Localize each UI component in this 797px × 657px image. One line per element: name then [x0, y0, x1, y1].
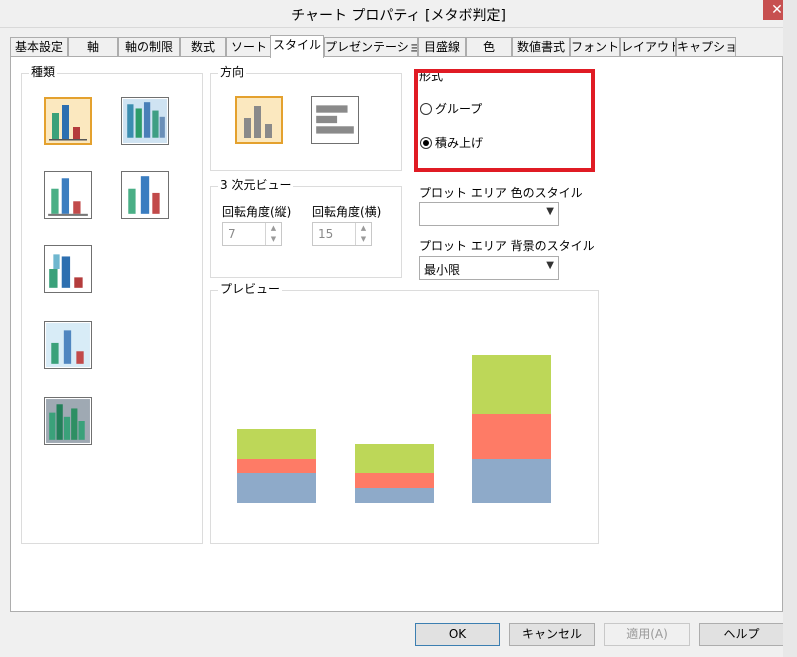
- bar-chart-flat-icon[interactable]: [44, 97, 92, 145]
- tab-font[interactable]: フォント: [570, 37, 620, 57]
- preview-bar-segment: [237, 429, 316, 459]
- tab-expressions[interactable]: 数式: [180, 37, 226, 57]
- bar-chart-3d-cylinder-icon[interactable]: [121, 97, 169, 145]
- vertical-bar-icon[interactable]: [235, 96, 283, 144]
- plot-color-select[interactable]: ▼: [419, 202, 559, 226]
- tab-number[interactable]: 数値書式: [512, 37, 570, 57]
- help-button[interactable]: ヘルプ: [699, 623, 784, 646]
- plot-background-select[interactable]: 最小限 ▼: [419, 256, 559, 280]
- tab-axis-limits[interactable]: 軸の制限: [118, 37, 180, 57]
- title-bar: チャート プロパティ [メタボ判定] ✕: [0, 0, 797, 28]
- horizontal-bar-icon[interactable]: [311, 96, 359, 144]
- tab-layout[interactable]: レイアウト: [620, 37, 676, 57]
- tab-gridlines[interactable]: 目盛線: [418, 37, 466, 57]
- vertical-rotation-spinner[interactable]: 7 ▲ ▼: [222, 222, 282, 246]
- right-edge: [783, 0, 797, 657]
- tab-presentation[interactable]: プレゼンテーション: [324, 37, 418, 57]
- tab-colors[interactable]: 色: [466, 37, 512, 57]
- vertical-rotation-label: 回転角度(縦): [222, 205, 292, 219]
- preview-bar-segment: [472, 355, 551, 414]
- tab-axis[interactable]: 軸: [68, 37, 118, 57]
- ok-button[interactable]: OK: [415, 623, 500, 646]
- view3d-group-label: 3 次元ビュー: [218, 178, 294, 192]
- preview-bar-segment: [237, 473, 316, 503]
- direction-group-label: 方向: [218, 65, 247, 79]
- horizontal-rotation-value: 15: [318, 227, 334, 241]
- bar-chart-3d-tall-icon[interactable]: [121, 171, 169, 219]
- apply-button[interactable]: 適用(A): [604, 623, 690, 646]
- tab-style[interactable]: スタイル: [270, 35, 324, 58]
- cancel-button[interactable]: キャンセル: [509, 623, 595, 646]
- vertical-rotation-stepper[interactable]: ▲ ▼: [265, 223, 281, 245]
- plot-background-label: プロット エリア 背景のスタイル: [419, 239, 595, 253]
- bar-chart-3d-cylinder-depth-icon[interactable]: [44, 321, 92, 369]
- spinner-up-icon[interactable]: ▲: [266, 223, 281, 234]
- preview-chart: [211, 291, 598, 543]
- chevron-down-icon: ▼: [546, 206, 554, 217]
- chevron-down-icon: ▼: [546, 260, 554, 271]
- tab-sort[interactable]: ソート: [226, 37, 272, 57]
- tab-basic[interactable]: 基本設定: [10, 37, 68, 57]
- spinner-down-icon[interactable]: ▼: [266, 234, 281, 245]
- preview-bar-segment: [355, 444, 434, 473]
- preview-bar-segment: [472, 414, 551, 459]
- window-title: チャート プロパティ [メタボ判定]: [291, 8, 506, 24]
- preview-bar-segment: [355, 473, 434, 488]
- spinner-up-icon[interactable]: ▲: [356, 223, 371, 234]
- bar-chart-3d-cluster-icon[interactable]: [44, 397, 92, 445]
- highlight-box: [414, 69, 595, 172]
- preview-bar-segment: [237, 459, 316, 473]
- style-panel: 種類 方向 形式 グループ 積み上げ 3 次元ビュー 回転角度(縦) 7 ▲ ▼…: [10, 56, 783, 612]
- horizontal-rotation-stepper[interactable]: ▲ ▼: [355, 223, 371, 245]
- plot-background-value: 最小限: [424, 263, 461, 277]
- bar-chart-3d-icon[interactable]: [44, 171, 92, 219]
- tab-caption[interactable]: キャプション: [676, 37, 736, 57]
- tab-strip: 基本設定 軸 軸の制限 数式 ソート スタイル プレゼンテーション 目盛線 色 …: [10, 35, 790, 58]
- horizontal-rotation-spinner[interactable]: 15 ▲ ▼: [312, 222, 372, 246]
- vertical-rotation-value: 7: [228, 227, 236, 241]
- preview-bar-segment: [472, 459, 551, 503]
- preview-bar-segment: [355, 488, 434, 503]
- type-group-label: 種類: [29, 65, 58, 79]
- horizontal-rotation-label: 回転角度(横): [312, 205, 382, 219]
- plot-color-label: プロット エリア 色のスタイル: [419, 186, 583, 200]
- bar-chart-3d-depth-icon[interactable]: [44, 245, 92, 293]
- spinner-down-icon[interactable]: ▼: [356, 234, 371, 245]
